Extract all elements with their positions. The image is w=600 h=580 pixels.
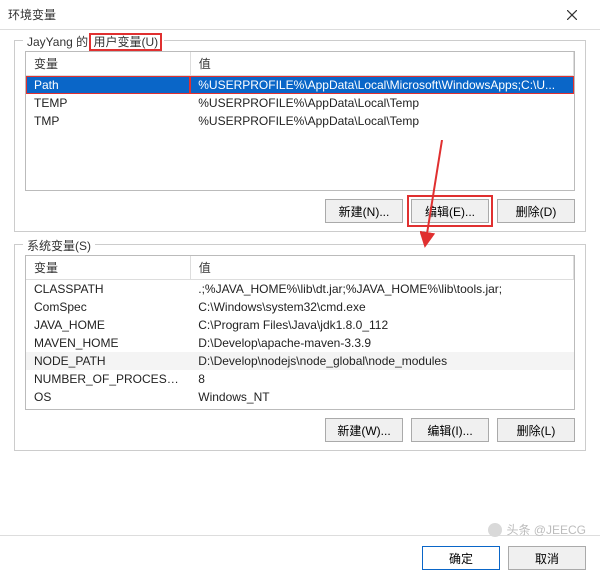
watermark-text: 头条 @JEECG [506,521,586,538]
table-row[interactable]: JAVA_HOME C:\Program Files\Java\jdk1.8.0… [26,316,574,334]
user-delete-button[interactable]: 删除(D) [497,199,575,223]
cell-name: TMP [26,112,190,130]
sys-col-value[interactable]: 值 [190,256,573,280]
cell-value: %USERPROFILE%\AppData\Local\Temp [190,112,573,130]
cell-name: CLASSPATH [26,280,190,299]
cell-name: OS [26,388,190,406]
user-col-value[interactable]: 值 [190,52,573,76]
cell-name: ComSpec [26,298,190,316]
dialog-footer: 确定 取消 [0,535,600,580]
cell-value: C:\Windows\system32\cmd.exe [190,298,573,316]
sys-col-name[interactable]: 变量 [26,256,190,280]
ok-button[interactable]: 确定 [422,546,500,570]
user-button-row: 新建(N)... 编辑(E)... 删除(D) [25,199,575,223]
user-col-name[interactable]: 变量 [26,52,190,76]
system-edit-button[interactable]: 编辑(I)... [411,418,489,442]
cell-value: D:\Develop\nodejs\node_global\node_modul… [190,352,573,370]
system-delete-button[interactable]: 删除(L) [497,418,575,442]
table-row[interactable]: NODE_PATH D:\Develop\nodejs\node_global\… [26,352,574,370]
table-row[interactable]: CLASSPATH .;%JAVA_HOME%\lib\dt.jar;%JAVA… [26,280,574,299]
user-group-label-highlight: 用户变量(U) [89,33,162,51]
user-group-prefix: JayYang 的 [27,35,91,49]
system-variables-group: 系统变量(S) 变量 值 CLASSPATH .;%JAVA_HOME%\lib… [14,244,586,451]
table-row[interactable]: Path %USERPROFILE%\AppData\Local\Microso… [26,76,574,95]
cell-name: NODE_PATH [26,352,190,370]
table-row[interactable]: MAVEN_HOME D:\Develop\apache-maven-3.3.9 [26,334,574,352]
system-button-row: 新建(W)... 编辑(I)... 删除(L) [25,418,575,442]
user-edit-button[interactable]: 编辑(E)... [411,199,489,223]
watermark-icon [488,523,502,537]
cell-value: .;%JAVA_HOME%\lib\dt.jar;%JAVA_HOME%\lib… [190,280,573,299]
user-variables-group: JayYang 的 用户变量(U) 变量 值 Path %USERPROFILE… [14,40,586,232]
cell-name: JAVA_HOME [26,316,190,334]
table-row[interactable]: NUMBER_OF_PROCESSORS 8 [26,370,574,388]
table-row[interactable]: OS Windows_NT [26,388,574,406]
cancel-button[interactable]: 取消 [508,546,586,570]
system-new-button[interactable]: 新建(W)... [325,418,403,442]
cell-name: MAVEN_HOME [26,334,190,352]
cell-value: %USERPROFILE%\AppData\Local\Temp [190,94,573,112]
cell-value: Windows_NT [190,388,573,406]
table-row[interactable]: TEMP %USERPROFILE%\AppData\Local\Temp [26,94,574,112]
user-group-label: JayYang 的 用户变量(U) [23,33,164,50]
system-group-label: 系统变量(S) [23,237,95,254]
system-variables-table[interactable]: 变量 值 CLASSPATH .;%JAVA_HOME%\lib\dt.jar;… [25,255,575,410]
cell-value: %USERPROFILE%\AppData\Local\Microsoft\Wi… [190,76,573,95]
table-row[interactable]: TMP %USERPROFILE%\AppData\Local\Temp [26,112,574,130]
titlebar: 环境变量 [0,0,600,30]
cell-value: D:\Develop\apache-maven-3.3.9 [190,334,573,352]
cell-name: TEMP [26,94,190,112]
table-row[interactable]: ComSpec C:\Windows\system32\cmd.exe [26,298,574,316]
user-new-button[interactable]: 新建(N)... [325,199,403,223]
watermark: 头条 @JEECG [488,521,586,538]
cell-value: C:\Program Files\Java\jdk1.8.0_112 [190,316,573,334]
close-button[interactable] [552,1,592,29]
user-variables-table[interactable]: 变量 值 Path %USERPROFILE%\AppData\Local\Mi… [25,51,575,191]
cell-value: 8 [190,370,573,388]
window-title: 环境变量 [8,6,552,23]
close-icon [567,10,577,20]
cell-name: NUMBER_OF_PROCESSORS [26,370,190,388]
cell-name: Path [26,76,190,95]
